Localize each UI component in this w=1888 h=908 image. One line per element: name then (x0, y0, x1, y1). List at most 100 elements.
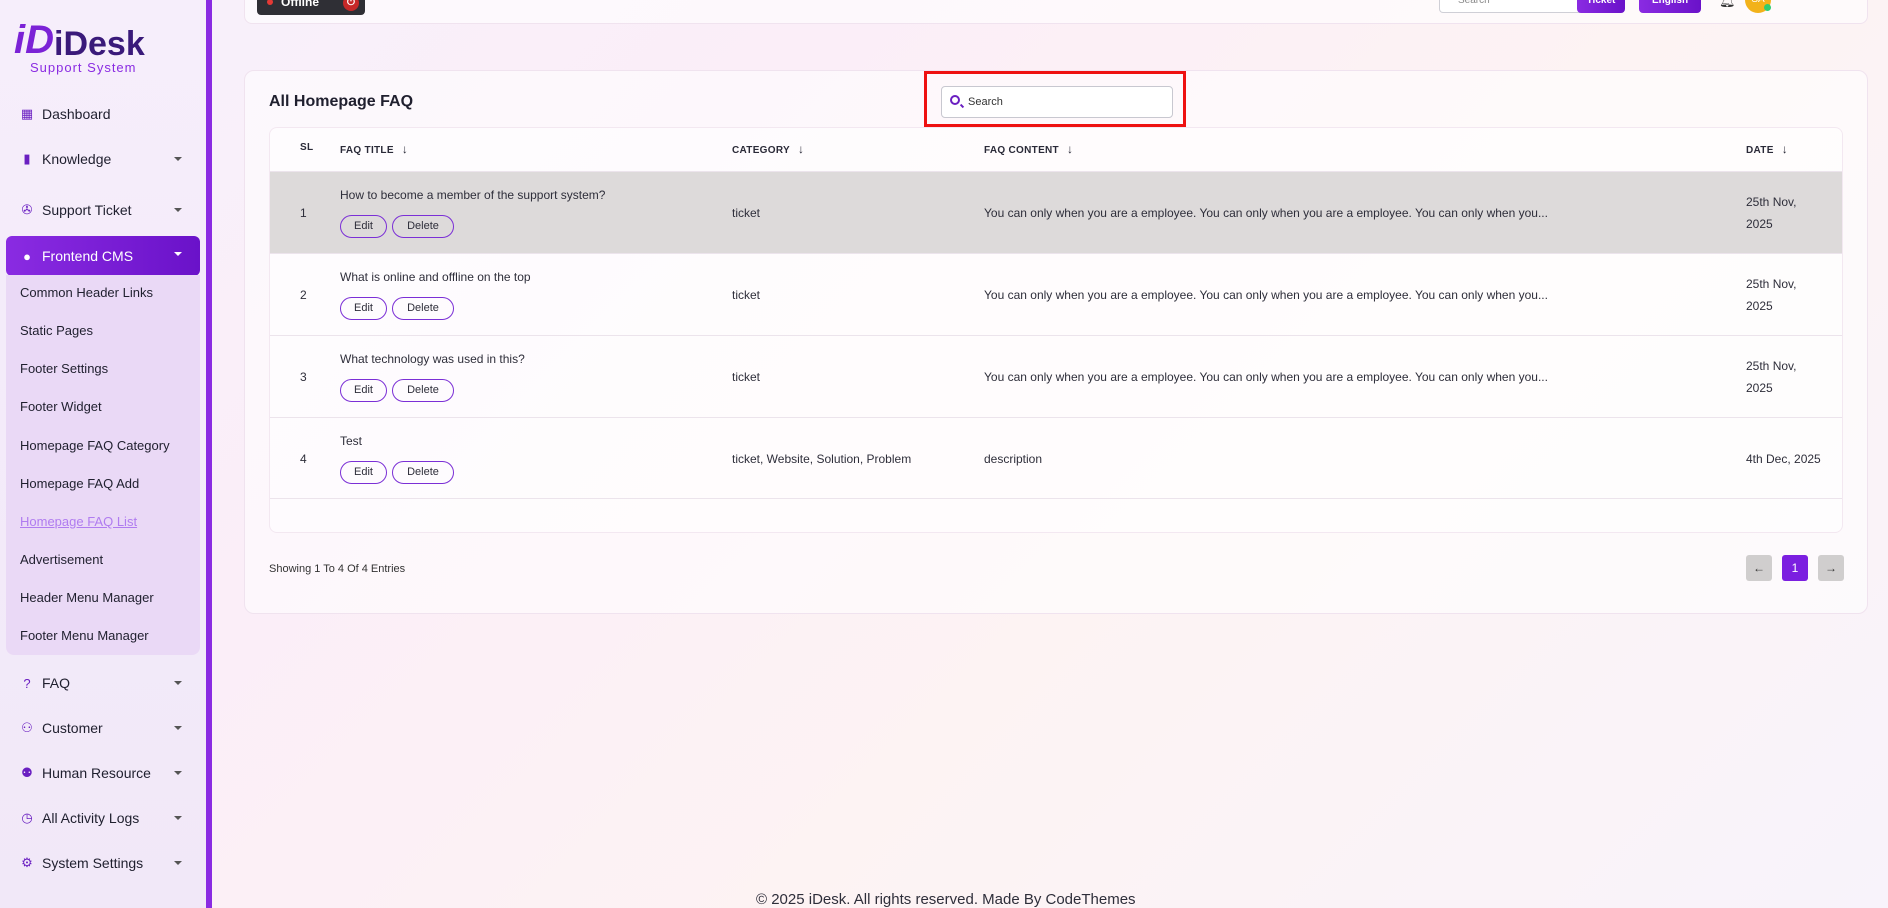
submenu-item[interactable]: Homepage FAQ Add (20, 474, 139, 494)
column-header-content[interactable]: FAQ CONTENT ↓ (984, 142, 1073, 156)
chevron-down-icon (174, 208, 182, 212)
sidebar-item-label: Knowledge (42, 151, 112, 167)
sidebar-item-support-ticket[interactable]: ✇ Support Ticket (6, 192, 200, 228)
cell-sl: 3 (300, 370, 307, 384)
submenu-item-current[interactable]: Homepage FAQ List (20, 512, 137, 532)
sort-arrow-icon[interactable]: ↓ (798, 142, 804, 156)
sidebar-item-label: FAQ (42, 675, 71, 691)
submenu-item[interactable]: Homepage FAQ Category (20, 436, 170, 456)
cell-category: ticket (732, 206, 761, 220)
column-header-date[interactable]: DATE ↓ (1746, 142, 1788, 156)
sidebar-item-activity-logs[interactable]: ◷ All Activity Logs (6, 800, 200, 836)
sidebar-item-label: Frontend CMS (42, 248, 134, 264)
cell-date-line1: 4th Dec, 2025 (1746, 452, 1821, 466)
delete-button[interactable]: Delete (392, 215, 454, 238)
edit-button[interactable]: Edit (340, 297, 387, 320)
cell-content: You can only when you are a employee. Yo… (984, 206, 1548, 220)
column-header-title[interactable]: FAQ TITLE ↓ (340, 142, 408, 156)
faq-card: All Homepage FAQ Search SL FAQ TITLE ↓ CA… (244, 70, 1868, 614)
search-input[interactable]: Search (941, 86, 1173, 118)
delete-button[interactable]: Delete (392, 379, 454, 402)
cell-date-line1: 25th Nov, (1746, 359, 1797, 373)
sidebar-item-label: Human Resource (42, 765, 151, 781)
frontend-cms-submenu: Common Header Links Static Pages Footer … (6, 275, 200, 655)
logo[interactable]: iD iDesk Support System (14, 16, 194, 76)
delete-button[interactable]: Delete (392, 297, 454, 320)
power-icon[interactable]: ⏻ (343, 0, 359, 11)
submenu-item[interactable]: Advertisement (20, 550, 103, 570)
submenu-item[interactable]: Common Header Links (20, 283, 153, 303)
page-title: All Homepage FAQ (269, 93, 414, 110)
edit-button[interactable]: Edit (340, 461, 387, 484)
edit-button[interactable]: Edit (340, 215, 387, 238)
footer-copyright: © 2025 iDesk. All rights reserved. Made … (756, 891, 1136, 908)
gear-icon: ⚙ (21, 855, 33, 870)
edit-button[interactable]: Edit (340, 379, 387, 402)
sidebar-item-system-settings[interactable]: ⚙ System Settings (6, 845, 200, 881)
sidebar-item-frontend-cms[interactable]: ● Frontend CMS (6, 236, 200, 276)
submenu-item[interactable]: Static Pages (20, 321, 93, 341)
logo-subtitle: Support System (30, 60, 137, 75)
prev-page-button[interactable]: ← (1746, 555, 1772, 581)
submenu-item[interactable]: Footer Menu Manager (20, 626, 149, 646)
cell-sl: 1 (300, 206, 307, 220)
submenu-item[interactable]: Footer Widget (20, 397, 102, 417)
people-icon: ⚉ (21, 765, 33, 780)
column-label: FAQ CONTENT (984, 145, 1059, 156)
cell-title: What is online and offline on the top (340, 270, 531, 284)
submenu-item[interactable]: Header Menu Manager (20, 588, 154, 608)
cell-category: ticket (732, 370, 761, 384)
table-row[interactable]: 2 What is online and offline on the top … (270, 253, 1842, 335)
sidebar-item-label: Dashboard (42, 106, 111, 122)
sidebar-item-faq[interactable]: ? FAQ (6, 665, 200, 701)
cell-category: ticket (732, 288, 761, 302)
status-label: Offline (281, 0, 319, 9)
user-icon: ● (23, 248, 31, 264)
sidebar-item-knowledge[interactable]: ▮ Knowledge (6, 141, 200, 177)
ticket-button[interactable]: Ticket (1577, 0, 1625, 13)
cell-date-line1: 25th Nov, (1746, 277, 1797, 291)
sort-arrow-icon[interactable]: ↓ (402, 142, 408, 156)
chevron-down-icon (174, 816, 182, 820)
column-label: SL (300, 142, 314, 153)
online-indicator (1764, 4, 1771, 11)
cell-title: What technology was used in this? (340, 352, 525, 366)
page-button-current[interactable]: 1 (1782, 555, 1808, 581)
column-header-sl[interactable]: SL (300, 142, 313, 153)
sort-arrow-icon[interactable]: ↓ (1067, 142, 1073, 156)
logo-mark: iD (14, 18, 54, 62)
showing-entries: Showing 1 To 4 Of 4 Entries (269, 563, 406, 575)
cell-date-line2: 2025 (1746, 299, 1773, 313)
avatar-initials: SA (1751, 0, 1764, 5)
status-dot-icon (267, 0, 273, 5)
delete-button[interactable]: Delete (392, 461, 454, 484)
sidebar-item-customer[interactable]: ⚇ Customer (6, 710, 200, 746)
cell-category: ticket, Website, Solution, Problem (732, 452, 912, 466)
next-page-button[interactable]: → (1818, 555, 1844, 581)
search-placeholder: Search (968, 96, 1003, 108)
avatar[interactable]: SA (1745, 0, 1771, 13)
sidebar-item-label: All Activity Logs (42, 810, 140, 826)
language-button[interactable]: English (1639, 0, 1701, 13)
table-row[interactable]: 4 Test Edit Delete ticket, Website, Solu… (270, 417, 1842, 499)
cell-date-line2: 2025 (1746, 381, 1773, 395)
status-toggle[interactable]: Offline ⏻ (257, 0, 365, 15)
cell-title: Test (340, 434, 363, 448)
column-header-category[interactable]: CATEGORY ↓ (732, 142, 804, 156)
top-bar: Offline ⏻ Search Ticket English 🔔︎ SA (244, 0, 1868, 24)
sidebar-item-label: System Settings (42, 855, 144, 871)
faq-table: SL FAQ TITLE ↓ CATEGORY ↓ FAQ CONTENT ↓ DAT… (269, 127, 1843, 533)
grid-icon: ▦ (20, 106, 34, 121)
sort-arrow-icon[interactable]: ↓ (1782, 142, 1788, 156)
sidebar-item-dashboard[interactable]: ▦ Dashboard (6, 96, 200, 132)
table-row[interactable]: 1 How to become a member of the support … (270, 171, 1842, 253)
submenu-item[interactable]: Footer Settings (20, 359, 108, 379)
clock-icon: ◷ (21, 810, 33, 825)
table-row[interactable]: 3 What technology was used in this? Edit… (270, 335, 1842, 417)
sidebar-item-human-resource[interactable]: ⚉ Human Resource (6, 755, 200, 791)
cell-content: description (984, 452, 1043, 466)
top-search-input[interactable]: Search (1439, 0, 1587, 13)
cell-sl: 4 (300, 452, 307, 466)
bell-icon[interactable]: 🔔︎ (1719, 0, 1736, 9)
column-label: FAQ TITLE (340, 145, 394, 156)
